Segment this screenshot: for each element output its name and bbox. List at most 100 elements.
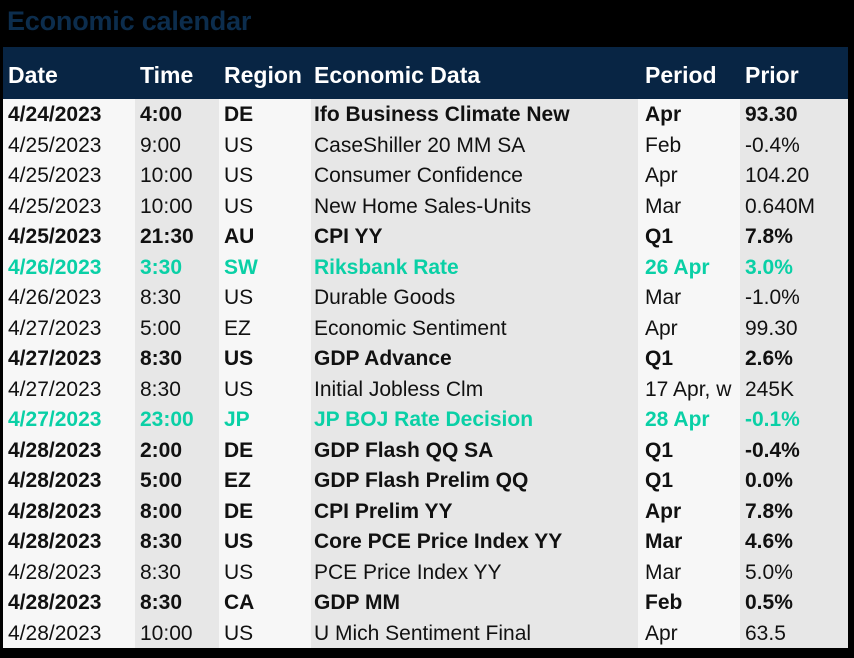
cell-region: US xyxy=(224,347,254,370)
cell-date: 4/24/2023 xyxy=(8,103,102,126)
cell-prior: 2.6% xyxy=(745,347,793,370)
cell-period: Mar xyxy=(645,194,682,218)
cell-period: 17 Apr, w xyxy=(645,377,732,401)
cell-prior: 245K xyxy=(745,377,795,401)
cell-data: Ifo Business Climate New xyxy=(314,103,570,126)
cell-period: Apr xyxy=(645,164,678,187)
cell-data: Durable Goods xyxy=(314,286,456,309)
table-body: 4/24/2023 4:00 DE Ifo Business Climate New A… xyxy=(3,99,848,648)
cell-region: EZ xyxy=(224,469,251,492)
cell-region: SW xyxy=(224,255,258,279)
table-row[interactable]: 4/28/2023 10:00 US U Mich Sentiment Final Ap… xyxy=(3,618,848,649)
cell-region: US xyxy=(224,560,254,584)
cell-prior: 104.20 xyxy=(745,164,810,187)
cell-data: Consumer Confidence xyxy=(314,164,523,187)
cell-time: 8:30 xyxy=(140,286,181,309)
table-row[interactable]: 4/25/2023 21:30 AU CPI YY Q1 7.8% xyxy=(3,221,848,252)
cell-date: 4/26/2023 xyxy=(8,255,102,279)
cell-period: Apr xyxy=(645,621,678,645)
table-row[interactable]: 4/25/2023 9:00 US CaseShiller 20 MM SA Feb -0… xyxy=(3,130,848,161)
table-row[interactable]: 4/25/2023 10:00 US Consumer Confidence Apr 10… xyxy=(3,160,848,191)
column-header-time[interactable]: Time xyxy=(140,47,219,99)
cell-period: Apr xyxy=(645,499,682,523)
cell-time: 23:00 xyxy=(140,408,194,431)
cell-prior: 63.5 xyxy=(745,621,786,645)
cell-region: DE xyxy=(224,499,254,523)
cell-data: U Mich Sentiment Final xyxy=(314,621,532,645)
cell-period: Apr xyxy=(645,316,678,340)
cell-period: Feb xyxy=(645,591,683,614)
table-row[interactable]: 4/24/2023 4:00 DE Ifo Business Climate New A… xyxy=(3,99,848,130)
column-header-period[interactable]: Period xyxy=(645,47,740,99)
cell-time: 3:30 xyxy=(140,255,183,279)
cell-time: 8:30 xyxy=(140,591,183,614)
cell-date: 4/28/2023 xyxy=(8,621,102,645)
cell-date: 4/25/2023 xyxy=(8,164,102,187)
cell-time: 8:30 xyxy=(140,560,181,584)
table-row[interactable]: 4/28/2023 8:30 CA GDP MM Feb 0.5% xyxy=(3,587,848,618)
cell-prior: 3.0% xyxy=(745,255,793,279)
table-row[interactable]: 4/25/2023 10:00 US New Home Sales-Units Mar 0… xyxy=(3,191,848,222)
cell-date: 4/28/2023 xyxy=(8,499,102,523)
cell-data: Economic Sentiment xyxy=(314,316,507,340)
cell-period: Feb xyxy=(645,133,682,157)
cell-data: Initial Jobless Clm xyxy=(314,377,484,401)
cell-time: 8:30 xyxy=(140,530,183,553)
cell-prior: -0.1% xyxy=(745,408,800,431)
column-header-prior[interactable]: Prior xyxy=(745,47,848,99)
cell-period: Mar xyxy=(645,286,682,309)
cell-prior: 0.5% xyxy=(745,591,793,614)
cell-date: 4/25/2023 xyxy=(8,133,102,157)
column-header-date[interactable]: Date xyxy=(8,47,135,99)
page-title: Economic calendar xyxy=(7,6,252,36)
cell-date: 4/28/2023 xyxy=(8,530,102,553)
cell-period: Q1 xyxy=(645,347,674,370)
table-row[interactable]: 4/26/2023 8:30 US Durable Goods Mar -1.0% xyxy=(3,282,848,313)
cell-time: 21:30 xyxy=(140,225,194,248)
cell-time: 10:00 xyxy=(140,194,193,218)
cell-time: 10:00 xyxy=(140,621,193,645)
cell-date: 4/27/2023 xyxy=(8,316,102,340)
column-header-region[interactable]: Region xyxy=(224,47,311,99)
cell-time: 8:30 xyxy=(140,347,183,370)
cell-data: GDP Advance xyxy=(314,347,452,370)
cell-prior: 93.30 xyxy=(745,103,798,126)
table-row[interactable]: 4/28/2023 2:00 DE GDP Flash QQ SA Q1 -0.4% xyxy=(3,435,848,466)
cell-period: Q1 xyxy=(645,225,674,248)
table-row[interactable]: 4/28/2023 8:30 US PCE Price Index YY Mar 5.0% xyxy=(3,557,848,588)
cell-prior: 0.0% xyxy=(745,469,793,492)
cell-region: CA xyxy=(224,591,255,614)
table-header-row: Date Time Region Economic Data Period Pr… xyxy=(3,47,848,99)
table-row[interactable]: 4/27/2023 5:00 EZ Economic Sentiment Apr 99.3… xyxy=(3,313,848,344)
table-row[interactable]: 4/27/2023 8:30 US Initial Jobless Clm 17 Apr… xyxy=(3,374,848,405)
cell-data: New Home Sales-Units xyxy=(314,194,532,218)
table-row[interactable]: 4/27/2023 23:00 JP JP BOJ Rate Decision 28 A… xyxy=(3,404,848,435)
column-header-economic-data[interactable]: Economic Data xyxy=(314,47,638,99)
table-row[interactable]: 4/26/2023 3:30 SW Riksbank Rate 26 Apr 3.0% xyxy=(3,252,848,283)
cell-data: Riksbank Rate xyxy=(314,255,459,279)
table-row[interactable]: 4/27/2023 8:30 US GDP Advance Q1 2.6% xyxy=(3,343,848,374)
cell-region: JP xyxy=(224,408,250,431)
cell-region: EZ xyxy=(224,316,251,340)
table-row[interactable]: 4/28/2023 5:00 EZ GDP Flash Prelim QQ Q1 0.0% xyxy=(3,465,848,496)
table-row[interactable]: 4/28/2023 8:30 US Core PCE Price Index YY Ma… xyxy=(3,526,848,557)
cell-data: GDP MM xyxy=(314,591,400,614)
cell-time: 10:00 xyxy=(140,164,193,187)
cell-prior: 5.0% xyxy=(745,560,793,584)
cell-time: 4:00 xyxy=(140,103,183,126)
cell-date: 4/28/2023 xyxy=(8,591,102,614)
table-row[interactable]: 4/28/2023 8:00 DE CPI Prelim YY Apr 7.8% xyxy=(3,496,848,527)
cell-time: 8:00 xyxy=(140,499,183,523)
cell-prior: -0.4% xyxy=(745,133,800,157)
cell-period: 28 Apr xyxy=(645,408,710,431)
cell-date: 4/25/2023 xyxy=(8,225,102,248)
cell-data: GDP Flash Prelim QQ xyxy=(314,469,529,492)
cell-region: US xyxy=(224,377,254,401)
cell-prior: 4.6% xyxy=(745,530,793,553)
cell-date: 4/27/2023 xyxy=(8,408,102,431)
cell-time: 9:00 xyxy=(140,133,181,157)
cell-time: 5:00 xyxy=(140,469,183,492)
cell-region: US xyxy=(224,164,254,187)
cell-date: 4/27/2023 xyxy=(8,347,102,370)
cell-period: Q1 xyxy=(645,438,674,462)
